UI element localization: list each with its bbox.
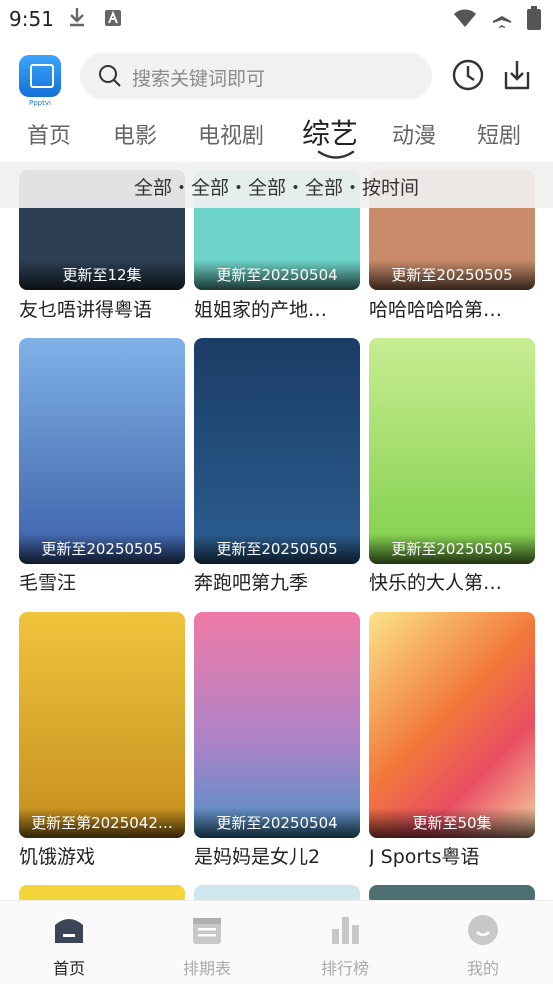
tab-anime[interactable]: 动漫: [392, 118, 436, 150]
history-icon[interactable]: [451, 58, 485, 96]
nav-schedule[interactable]: 排期表: [167, 913, 247, 979]
show-title: 友乜唔讲得粤语: [19, 299, 153, 320]
tab-movies[interactable]: 电影: [113, 118, 157, 150]
app-logo-caption: Ppptvi: [29, 99, 51, 107]
show-title: 哈哈哈哈哈第…: [369, 299, 503, 320]
tab-tv-series[interactable]: 电视剧: [198, 118, 264, 150]
profile-icon: [466, 915, 500, 951]
nav-ranking-label: 排行榜: [320, 959, 369, 978]
show-card[interactable]: 更新至20250505 毛雪汪: [19, 338, 185, 598]
update-badge: 更新至20250505: [19, 534, 185, 564]
filter-options[interactable]: 全部・全部・全部・全部・按时间: [0, 173, 553, 200]
show-title: 毛雪汪: [19, 572, 77, 594]
poster-image: 更新至50集: [369, 612, 535, 838]
download-icon[interactable]: [500, 58, 534, 96]
nav-schedule-label: 排期表: [182, 959, 231, 978]
poster-image: 更新至20250505: [369, 338, 535, 564]
status-time: 9:51: [9, 7, 54, 31]
show-title: 快乐的大人第…: [369, 572, 503, 594]
battery-icon: [527, 6, 541, 34]
show-card[interactable]: 更新至第2025042… 饥饿游戏: [19, 612, 185, 872]
search-icon: [98, 64, 122, 92]
update-badge: 更新至20250505: [369, 534, 535, 564]
tab-short-drama[interactable]: 短剧: [477, 118, 521, 150]
calendar-icon: [190, 918, 224, 951]
wifi-icon: [453, 8, 477, 32]
show-title: 姐姐家的产地…: [194, 299, 328, 320]
tab-home[interactable]: 首页: [27, 118, 71, 150]
update-badge: 更新至第2025042…: [19, 808, 185, 838]
bottom-navigation: 首页 排期表 排行榜 我的: [0, 900, 553, 984]
download-notification-icon: [66, 6, 88, 32]
poster-image: 更新至20250505: [19, 338, 185, 564]
show-card[interactable]: 更新至20250505 快乐的大人第…: [369, 338, 535, 598]
airplane-icon: [491, 7, 513, 33]
update-badge: 更新至20250504: [194, 808, 360, 838]
search-input[interactable]: 搜索关键词即可: [80, 53, 432, 99]
update-badge: 更新至20250505: [194, 534, 360, 564]
app-logo[interactable]: Ppptvi: [19, 55, 61, 107]
category-tabs: 首页 电影 电视剧 综艺 动漫 短剧: [0, 108, 553, 158]
nav-profile[interactable]: 我的: [443, 913, 523, 979]
nav-profile-label: 我的: [466, 959, 499, 978]
bar-chart-icon: [328, 917, 362, 951]
update-badge: 更新至20250505: [369, 260, 535, 290]
poster-image: 更新至20250505: [194, 338, 360, 564]
status-bar: 9:51: [0, 0, 553, 36]
show-title: 奔跑吧第九季: [194, 572, 309, 594]
show-card[interactable]: 更新至20250505 奔跑吧第九季: [194, 338, 360, 598]
poster-image: 更新至20250504: [194, 612, 360, 838]
app-notification-icon: [104, 9, 122, 31]
poster-image: 更新至第2025042…: [19, 612, 185, 838]
home-icon: [52, 919, 86, 951]
nav-home-label: 首页: [52, 959, 85, 978]
nav-ranking[interactable]: 排行榜: [305, 913, 385, 979]
update-badge: 更新至12集: [19, 260, 185, 290]
show-title: 是妈妈是女儿2: [194, 846, 321, 868]
update-badge: 更新至20250504: [194, 260, 360, 290]
show-card[interactable]: 更新至20250504 是妈妈是女儿2: [194, 612, 360, 872]
search-placeholder: 搜索关键词即可: [132, 68, 266, 90]
filter-bar[interactable]: 全部・全部・全部・全部・按时间: [0, 162, 553, 208]
show-title: J Sports粤语: [369, 846, 480, 868]
nav-home[interactable]: 首页: [29, 913, 109, 979]
show-title: 饥饿游戏: [19, 846, 96, 868]
update-badge: 更新至50集: [369, 808, 535, 838]
show-card[interactable]: 更新至50集 J Sports粤语: [369, 612, 535, 872]
